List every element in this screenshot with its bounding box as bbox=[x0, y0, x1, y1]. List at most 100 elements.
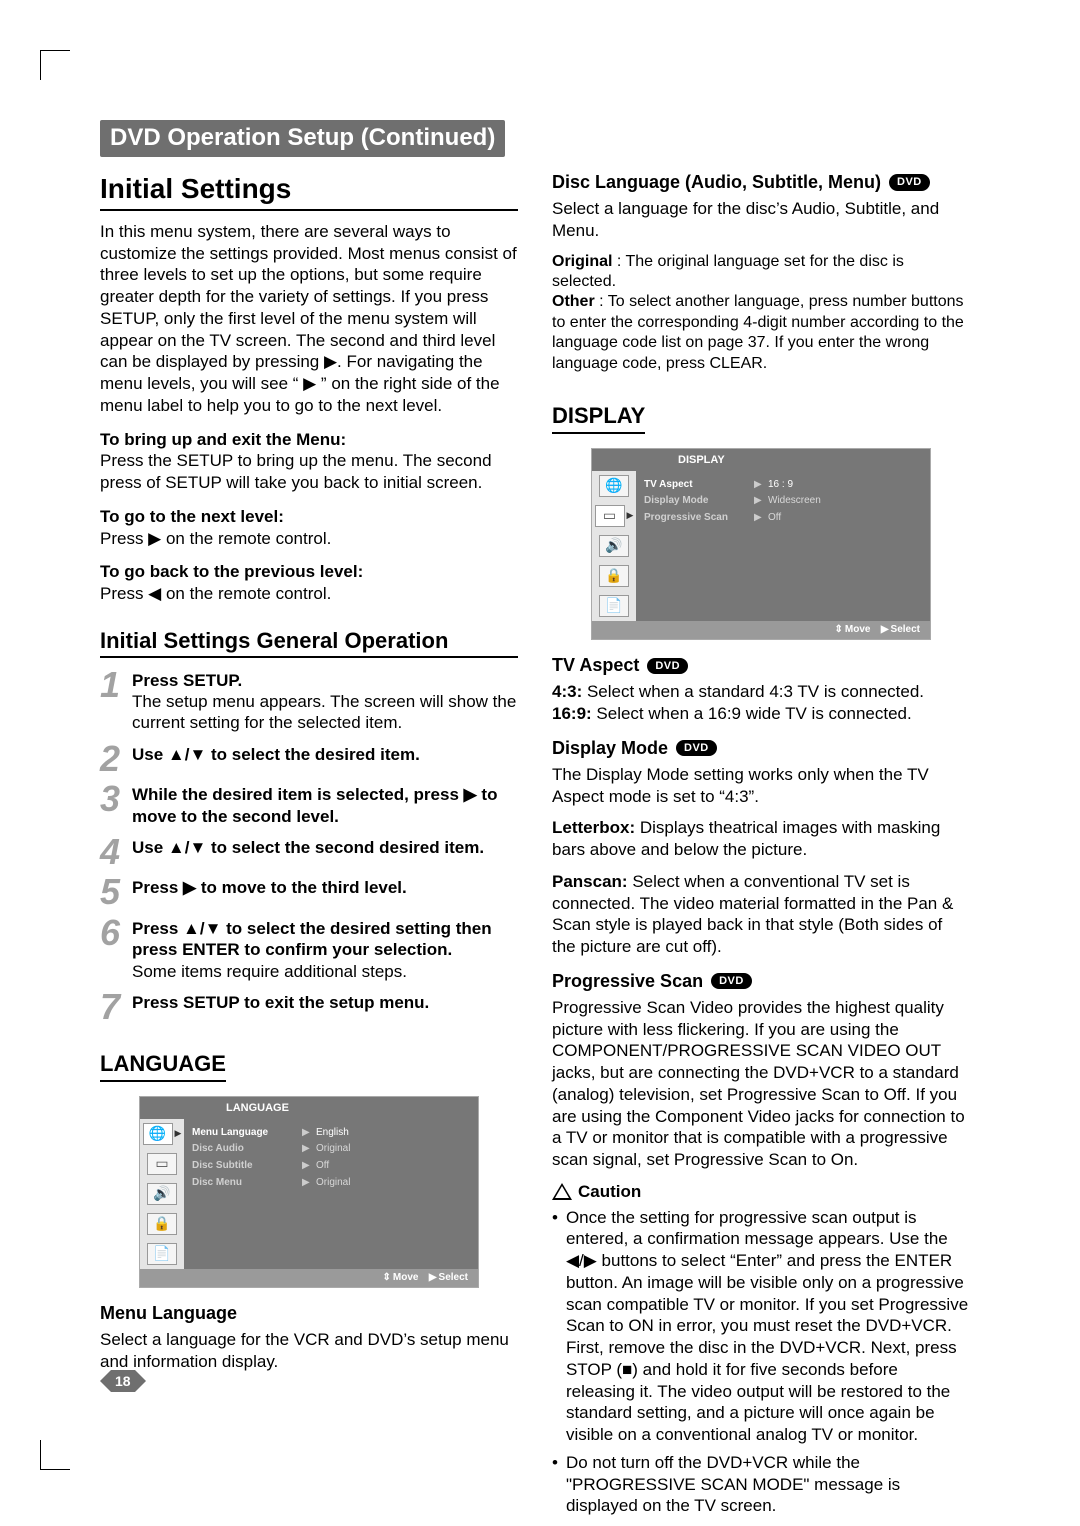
osd-footer: ⇕Move ▶Select bbox=[140, 1269, 478, 1288]
step-number: 3 bbox=[100, 784, 126, 815]
osd-value: Widescreen bbox=[768, 495, 821, 508]
step-title: While the desired item is selected, pres… bbox=[132, 785, 497, 825]
osd-foot-move: Move bbox=[845, 624, 871, 635]
initial-settings-heading: Initial Settings bbox=[100, 171, 518, 211]
text: : To select another language, press numb… bbox=[552, 293, 964, 371]
step-title: Press SETUP. bbox=[132, 671, 242, 690]
heading-text: Display Mode bbox=[552, 737, 668, 760]
doc-icon: 📄 bbox=[599, 595, 629, 617]
step-title: Use ▲/▼ to select the second desired ite… bbox=[132, 838, 484, 857]
chevron-right-icon: ▶ bbox=[881, 624, 889, 635]
step-number: 4 bbox=[100, 837, 126, 868]
osd-foot-select: Select bbox=[891, 624, 920, 635]
osd-label: Progressive Scan bbox=[644, 512, 754, 525]
label-4-3: 4:3: bbox=[552, 682, 582, 701]
step-title: Press ▶ to move to the third level. bbox=[132, 878, 407, 897]
steps-list: 1 Press SETUP. The setup menu appears. Th… bbox=[100, 670, 518, 1022]
osd-value: Original bbox=[316, 1143, 350, 1156]
next-level-text: Press ▶ on the remote control. bbox=[100, 528, 518, 550]
intro-paragraph: In this menu system, there are several w… bbox=[100, 221, 518, 417]
step-title: Press SETUP to exit the setup menu. bbox=[132, 993, 429, 1012]
step-body: The setup menu appears. The screen will … bbox=[132, 692, 516, 732]
heading-text: Menu Language bbox=[100, 1302, 237, 1325]
step-number: 5 bbox=[100, 877, 126, 908]
heading-text: Progressive Scan bbox=[552, 970, 703, 993]
display-mode-heading: Display Mode DVD bbox=[552, 737, 970, 760]
osd-foot-select: Select bbox=[439, 1272, 468, 1283]
next-level-heading: To go to the next level: bbox=[100, 506, 518, 528]
label-original: Original bbox=[552, 253, 612, 270]
disc-language-p1: Select a language for the disc’s Audio, … bbox=[552, 198, 970, 242]
step-5: 5 Press ▶ to move to the third level. bbox=[100, 877, 518, 908]
caution-item: Do not turn off the DVD+VCR while the "P… bbox=[552, 1452, 970, 1517]
chevron-right-icon: ▶ bbox=[302, 1127, 316, 1140]
tv-icon: ▭ bbox=[147, 1153, 177, 1175]
bring-up-heading: To bring up and exit the Menu: bbox=[100, 429, 518, 451]
general-operation-heading: Initial Settings General Operation bbox=[100, 627, 518, 658]
label-other: Other bbox=[552, 293, 595, 310]
step-number: 1 bbox=[100, 670, 126, 701]
osd-header: LANGUAGE bbox=[140, 1097, 478, 1119]
text: Do not turn off the DVD+VCR while the "P… bbox=[566, 1452, 970, 1517]
step-4: 4 Use ▲/▼ to select the second desired i… bbox=[100, 837, 518, 868]
page-banner: DVD Operation Setup (Continued) bbox=[100, 120, 505, 157]
osd-label: Disc Menu bbox=[192, 1177, 302, 1190]
osd-list: Menu Language▶English Disc Audio▶Origina… bbox=[184, 1119, 478, 1269]
right-column: Disc Language (Audio, Subtitle, Menu) DV… bbox=[552, 171, 970, 1523]
globe-icon: 🌐 bbox=[599, 475, 629, 497]
display-mode-intro: The Display Mode setting works only when… bbox=[552, 764, 970, 808]
page-body: DVD Operation Setup (Continued) Initial … bbox=[100, 120, 970, 1523]
dvd-badge: DVD bbox=[889, 174, 930, 190]
tv-aspect-text: 4:3: Select when a standard 4:3 TV is co… bbox=[552, 681, 970, 725]
osd-value: Off bbox=[316, 1160, 329, 1173]
osd-language-menu: LANGUAGE 🌐▶ ▭ 🔊 🔒 📄 Menu Language▶Englis… bbox=[139, 1096, 479, 1289]
text: Once the setting for progressive scan ou… bbox=[566, 1207, 970, 1446]
osd-display-menu: DISPLAY 🌐 ▭▶ 🔊 🔒 📄 TV Aspect▶16 : 9 Disp… bbox=[591, 448, 931, 641]
step-number: 6 bbox=[100, 918, 126, 949]
step-7: 7 Press SETUP to exit the setup menu. bbox=[100, 992, 518, 1023]
chevron-right-icon: ▶ bbox=[627, 510, 634, 522]
globe-icon: 🌐 bbox=[143, 1123, 173, 1145]
caution-list: Once the setting for progressive scan ou… bbox=[552, 1207, 970, 1518]
label-panscan: Panscan: bbox=[552, 872, 628, 891]
heading-text: TV Aspect bbox=[552, 654, 639, 677]
warning-icon bbox=[552, 1183, 572, 1200]
osd-value: Original bbox=[316, 1177, 350, 1190]
tv-icon: ▭ bbox=[595, 505, 625, 527]
crop-mark-bottom-left bbox=[40, 1440, 70, 1470]
disc-language-p2: Original : The original language set for… bbox=[552, 252, 970, 375]
chevron-right-icon: ▶ bbox=[302, 1160, 316, 1173]
osd-row: Disc Audio▶Original bbox=[192, 1141, 470, 1158]
tv-aspect-heading: TV Aspect DVD bbox=[552, 654, 970, 677]
updown-icon: ⇕ bbox=[835, 624, 843, 635]
osd-tabs: 🌐 ▭▶ 🔊 🔒 📄 bbox=[592, 471, 636, 621]
step-body: Some items require additional steps. bbox=[132, 962, 407, 981]
step-number: 7 bbox=[100, 992, 126, 1023]
step-6: 6 Press ▲/▼ to select the desired settin… bbox=[100, 918, 518, 982]
osd-foot-move: Move bbox=[393, 1272, 419, 1283]
page-number: 18 bbox=[111, 1370, 135, 1392]
display-section-heading: DISPLAY bbox=[552, 402, 645, 433]
lock-icon: 🔒 bbox=[599, 565, 629, 587]
step-number: 2 bbox=[100, 744, 126, 775]
osd-row: Disc Subtitle▶Off bbox=[192, 1158, 470, 1175]
osd-value: 16 : 9 bbox=[768, 479, 793, 492]
label-16-9: 16:9: bbox=[552, 704, 592, 723]
updown-icon: ⇕ bbox=[383, 1272, 391, 1283]
dvd-badge: DVD bbox=[647, 658, 688, 674]
caution-item: Once the setting for progressive scan ou… bbox=[552, 1207, 970, 1446]
osd-list: TV Aspect▶16 : 9 Display Mode▶Widescreen… bbox=[636, 471, 930, 621]
chevron-right-icon: ▶ bbox=[302, 1177, 316, 1190]
speaker-icon: 🔊 bbox=[147, 1183, 177, 1205]
chevron-right-icon: ▶ bbox=[302, 1143, 316, 1156]
chevron-right-icon: ▶ bbox=[175, 1128, 182, 1140]
osd-row: Menu Language▶English bbox=[192, 1125, 470, 1142]
osd-row: Display Mode▶Widescreen bbox=[644, 493, 922, 510]
osd-value: Off bbox=[768, 512, 781, 525]
osd-label: Menu Language bbox=[192, 1127, 302, 1140]
step-title: Press ▲/▼ to select the desired setting … bbox=[132, 919, 492, 959]
step-1: 1 Press SETUP. The setup menu appears. Th… bbox=[100, 670, 518, 734]
osd-label: Disc Audio bbox=[192, 1143, 302, 1156]
left-column: Initial Settings In this menu system, th… bbox=[100, 171, 518, 1523]
bring-up-text: Press the SETUP to bring up the menu. Th… bbox=[100, 450, 518, 494]
